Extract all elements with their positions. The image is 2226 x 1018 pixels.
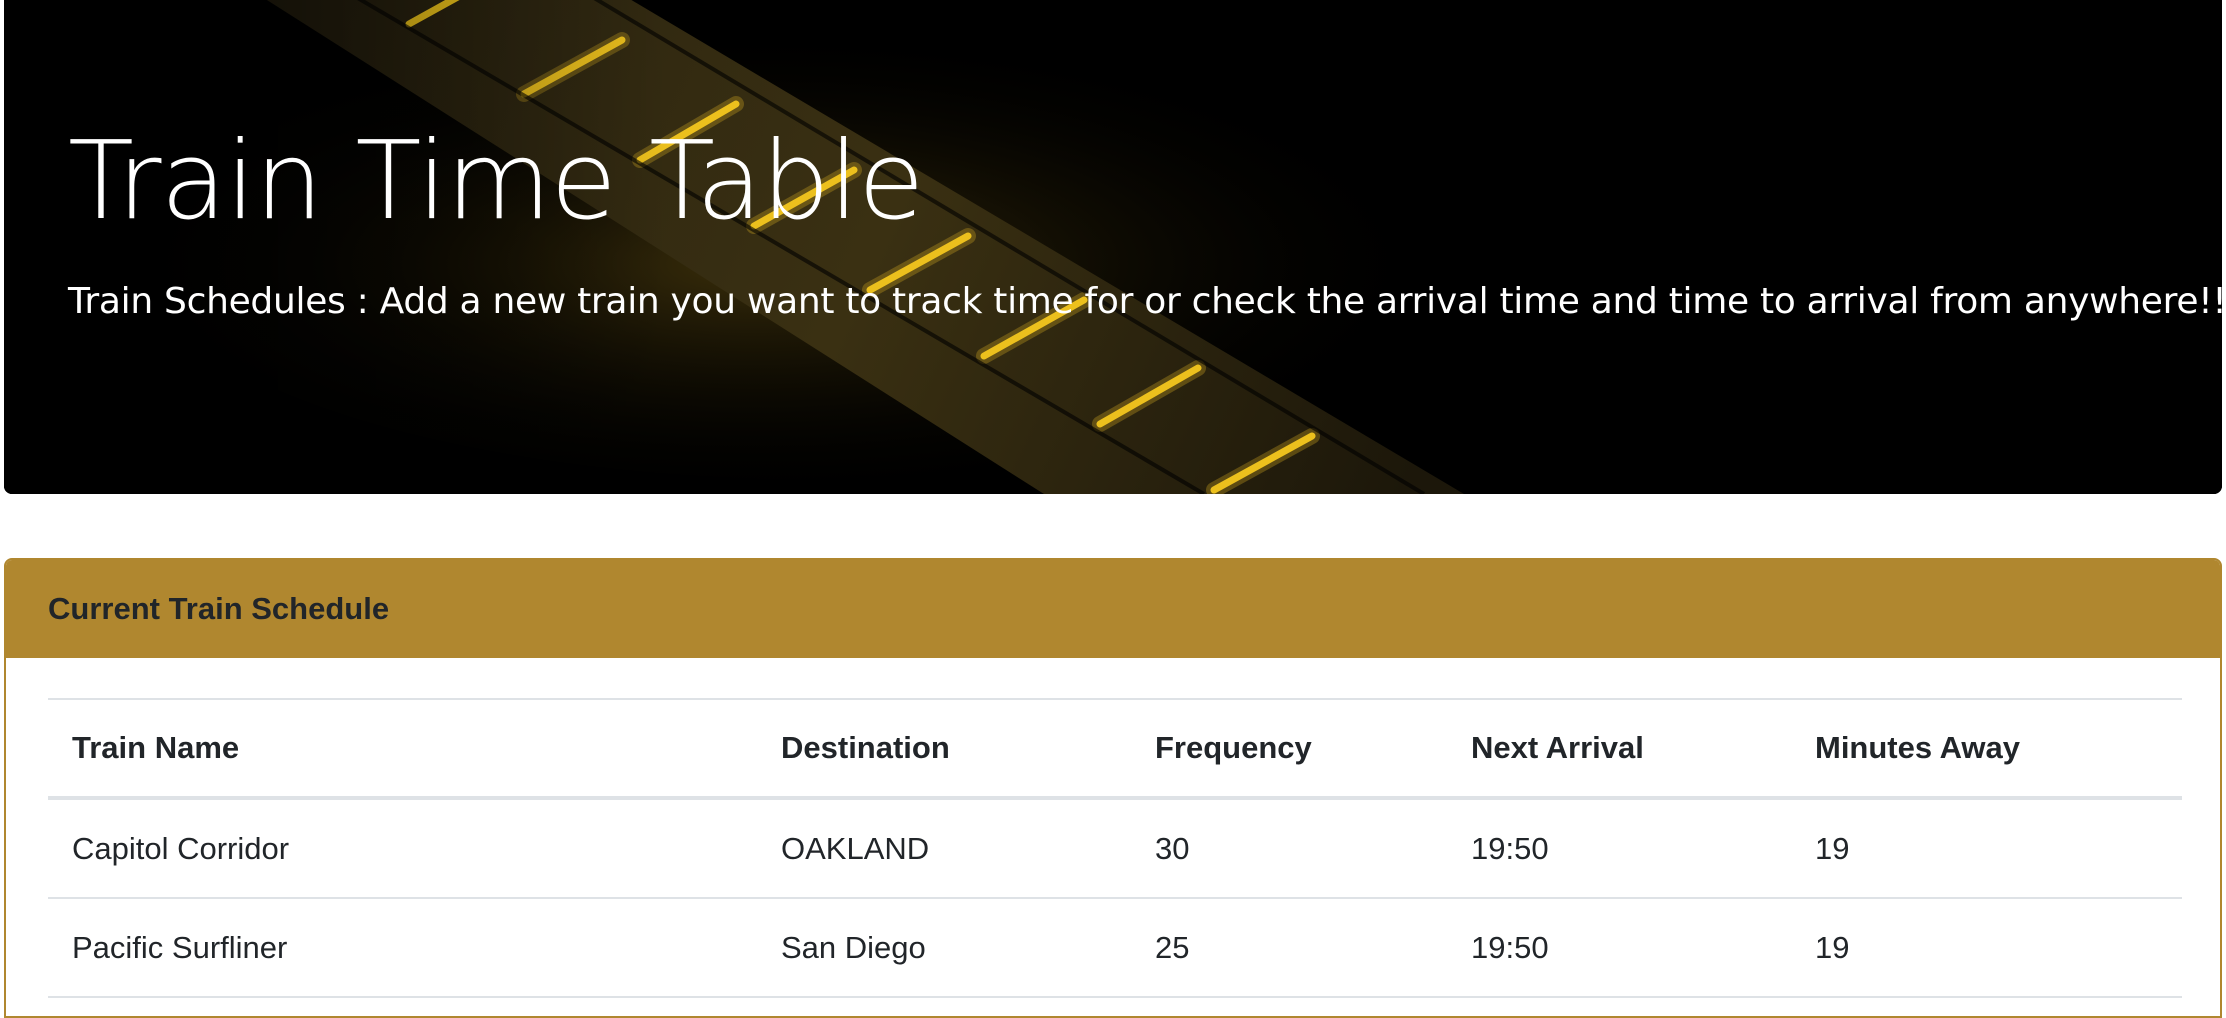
schedule-card-title: Current Train Schedule bbox=[48, 591, 390, 626]
column-header-destination: Destination bbox=[757, 698, 1131, 800]
jumbotron: Train Time Table Train Schedules : Add a… bbox=[4, 0, 2222, 494]
cell-next-arrival: 19:50 bbox=[1447, 798, 1791, 899]
schedule-table: Train Name Destination Frequency Next Ar… bbox=[48, 698, 2182, 998]
page-title: Train Time Table bbox=[68, 119, 924, 244]
column-header-minutes-away: Minutes Away bbox=[1791, 698, 2182, 800]
cell-destination: OAKLAND bbox=[757, 798, 1131, 899]
table-row: Pacific Surfliner San Diego 25 19:50 19 bbox=[48, 898, 2182, 998]
schedule-table-container: Train Name Destination Frequency Next Ar… bbox=[48, 698, 2182, 998]
schedule-card-header: Current Train Schedule bbox=[6, 560, 2220, 658]
cell-minutes-away: 19 bbox=[1791, 898, 2182, 998]
cell-next-arrival: 19:50 bbox=[1447, 898, 1791, 998]
column-header-next-arrival: Next Arrival bbox=[1447, 698, 1791, 800]
cell-train-name: Capitol Corridor bbox=[48, 798, 757, 899]
table-row: Capitol Corridor OAKLAND 30 19:50 19 bbox=[48, 798, 2182, 899]
page-subtitle: Train Schedules : Add a new train you wa… bbox=[68, 281, 2222, 322]
cell-frequency: 30 bbox=[1131, 798, 1447, 899]
table-header-row: Train Name Destination Frequency Next Ar… bbox=[48, 698, 2182, 800]
cell-minutes-away: 19 bbox=[1791, 798, 2182, 899]
cell-destination: San Diego bbox=[757, 898, 1131, 998]
train-track-background-image bbox=[4, 0, 2222, 494]
column-header-frequency: Frequency bbox=[1131, 698, 1447, 800]
column-header-train-name: Train Name bbox=[48, 698, 757, 800]
schedule-card: Current Train Schedule Train Name Destin… bbox=[4, 558, 2222, 1018]
cell-frequency: 25 bbox=[1131, 898, 1447, 998]
cell-train-name: Pacific Surfliner bbox=[48, 898, 757, 998]
